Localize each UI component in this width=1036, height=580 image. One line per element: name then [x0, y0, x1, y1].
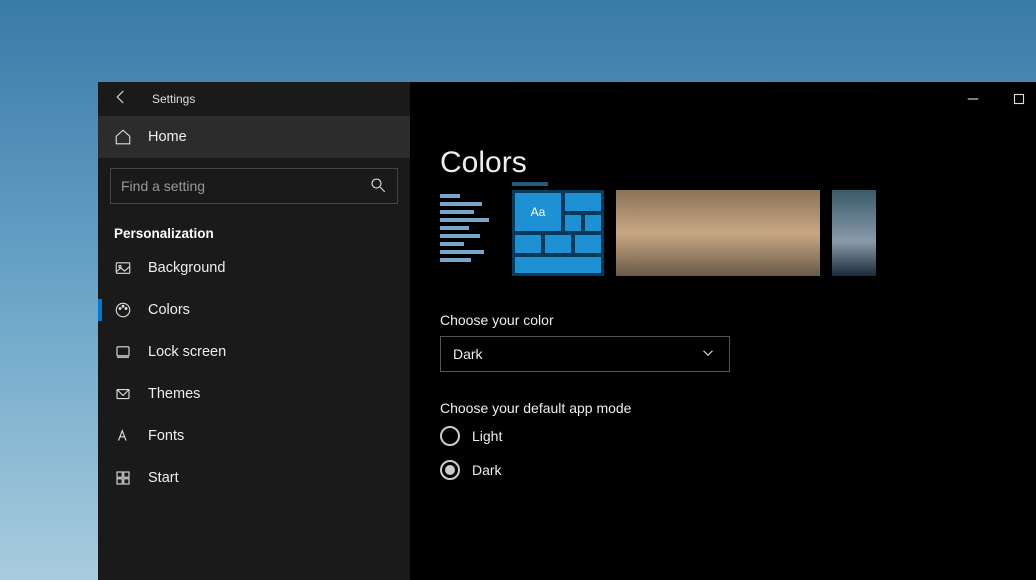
sidebar-item-fonts[interactable]: Fonts — [98, 415, 410, 457]
radio-label: Light — [472, 428, 502, 444]
start-icon — [114, 469, 132, 487]
sidebar-item-colors[interactable]: Colors — [98, 289, 410, 331]
preview-equalizer — [440, 190, 500, 276]
sidebar-item-themes[interactable]: Themes — [98, 373, 410, 415]
sidebar-item-label: Start — [148, 470, 179, 486]
back-icon[interactable] — [112, 88, 130, 110]
preview-wallpaper-2 — [832, 190, 876, 276]
main-content: Colors Aa Choose your color Dark Cho — [410, 82, 1036, 580]
sidebar-item-label: Background — [148, 260, 225, 276]
search-placeholder: Find a setting — [121, 178, 205, 194]
radio-icon — [440, 460, 460, 480]
titlebar: Settings — [98, 82, 410, 116]
lockscreen-icon — [114, 343, 132, 361]
fonts-icon — [114, 427, 132, 445]
app-title: Settings — [152, 92, 195, 106]
home-label: Home — [148, 129, 187, 145]
color-preview: Aa — [440, 190, 1036, 276]
radio-label: Dark — [472, 462, 502, 478]
app-mode-label: Choose your default app mode — [440, 400, 1036, 416]
settings-window: Settings Home Find a setting Personaliza… — [98, 82, 1036, 580]
dropdown-value: Dark — [453, 346, 483, 362]
chevron-down-icon — [699, 344, 717, 365]
radio-light[interactable]: Light — [440, 426, 1036, 446]
themes-icon — [114, 385, 132, 403]
search-input[interactable]: Find a setting — [110, 168, 398, 204]
preview-wallpaper — [616, 190, 820, 276]
sidebar: Settings Home Find a setting Personaliza… — [98, 82, 410, 580]
picture-icon — [114, 259, 132, 277]
palette-icon — [114, 301, 132, 319]
home-icon — [114, 128, 132, 146]
page-title: Colors — [440, 146, 1036, 180]
color-mode-label: Choose your color — [440, 312, 1036, 328]
minimize-icon[interactable] — [964, 90, 982, 111]
sidebar-item-start[interactable]: Start — [98, 457, 410, 499]
radio-icon — [440, 426, 460, 446]
sidebar-item-lockscreen[interactable]: Lock screen — [98, 331, 410, 373]
home-button[interactable]: Home — [98, 116, 410, 158]
maximize-icon[interactable] — [1010, 90, 1028, 111]
search-icon — [369, 176, 387, 197]
sidebar-item-label: Lock screen — [148, 344, 226, 360]
sidebar-item-label: Colors — [148, 302, 190, 318]
sidebar-item-label: Fonts — [148, 428, 184, 444]
sidebar-item-label: Themes — [148, 386, 200, 402]
section-label: Personalization — [98, 216, 410, 247]
preview-tiles: Aa — [512, 190, 604, 276]
app-mode-radio-group: Light Dark — [440, 426, 1036, 480]
tile-sample-text: Aa — [514, 192, 562, 232]
radio-dark[interactable]: Dark — [440, 460, 1036, 480]
window-controls — [964, 90, 1028, 111]
sidebar-item-background[interactable]: Background — [98, 247, 410, 289]
color-mode-dropdown[interactable]: Dark — [440, 336, 730, 372]
